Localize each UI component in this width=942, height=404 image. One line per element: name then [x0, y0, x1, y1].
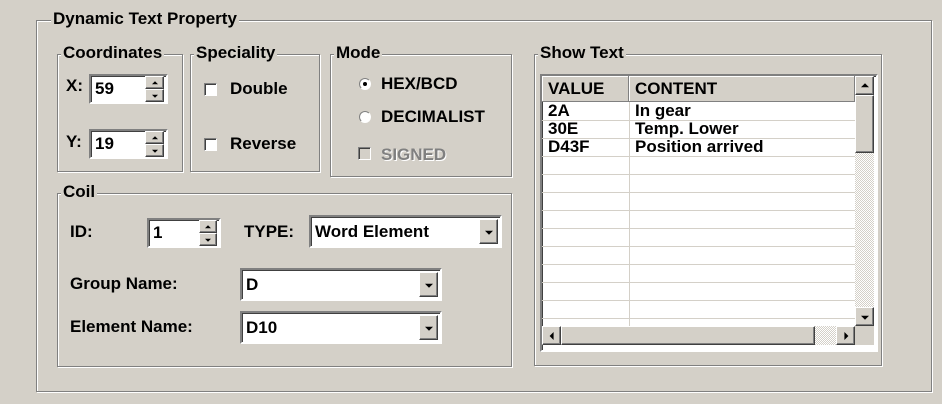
spin-down-icon: [151, 149, 158, 153]
x-label: X:: [66, 76, 83, 95]
scroll-left-button[interactable]: [542, 326, 561, 345]
y-spin-up-button[interactable]: [145, 131, 164, 144]
id-value: 1: [153, 223, 163, 242]
type-label: TYPE:: [244, 222, 295, 241]
y-coordinate-value: 19: [95, 134, 114, 153]
radio-selected-dot-icon: [363, 82, 367, 86]
hex-bcd-label[interactable]: HEX/BCD: [381, 74, 458, 94]
double-label[interactable]: Double: [230, 79, 288, 99]
chevron-right-icon: [843, 331, 848, 340]
element-name-dropdown-button[interactable]: [419, 315, 438, 340]
y-label: Y:: [66, 132, 82, 151]
row-content-cell: Temp. Lower: [635, 119, 739, 138]
row-content-cell: In gear: [635, 101, 691, 120]
element-name-value: D10: [246, 318, 278, 337]
decimalist-label[interactable]: DECIMALIST: [381, 107, 485, 127]
vertical-scroll-thumb[interactable]: [855, 95, 874, 153]
scroll-up-button[interactable]: [855, 76, 874, 95]
type-dropdown-button[interactable]: [479, 219, 498, 244]
group-name-value: D: [246, 275, 259, 294]
grid-divider: [542, 246, 855, 247]
row-value-cell: 30E: [548, 119, 579, 138]
chevron-down-icon: [424, 283, 433, 288]
spin-up-icon: [205, 224, 211, 228]
id-spin-down-button[interactable]: [199, 233, 217, 246]
decimalist-radio[interactable]: [359, 111, 371, 123]
signed-checkbox: [358, 147, 371, 160]
dynamic-text-property-title: Dynamic Text Property: [51, 9, 239, 29]
spin-down-icon: [205, 238, 211, 242]
id-input[interactable]: 1: [147, 218, 221, 248]
coil-title: Coil: [61, 182, 98, 202]
chevron-down-icon: [424, 326, 433, 331]
grid-divider: [542, 282, 855, 283]
column-header-value[interactable]: VALUE: [542, 76, 629, 102]
grid-divider: [542, 210, 855, 211]
group-name-select[interactable]: D: [240, 268, 442, 301]
y-coordinate-input[interactable]: 19: [89, 129, 168, 159]
scroll-down-button[interactable]: [855, 307, 874, 326]
element-name-label: Element Name:: [70, 317, 193, 336]
column-header-content[interactable]: CONTENT: [629, 76, 855, 102]
hex-bcd-radio[interactable]: [359, 78, 371, 90]
spin-up-icon: [151, 80, 158, 84]
grid-divider: [542, 264, 855, 265]
chevron-left-icon: [549, 331, 554, 340]
group-name-dropdown-button[interactable]: [419, 272, 438, 297]
x-coordinate-input[interactable]: 59: [89, 74, 168, 104]
grid-divider: [542, 174, 855, 175]
x-spin-up-button[interactable]: [145, 76, 164, 89]
mode-title: Mode: [334, 43, 383, 63]
show-text-table[interactable]: VALUE CONTENT 2A In gear 30E Temp. Lower…: [540, 74, 878, 352]
speciality-title: Speciality: [194, 43, 278, 63]
x-coordinate-value: 59: [95, 79, 114, 98]
chevron-down-icon: [860, 315, 869, 320]
spin-down-icon: [151, 94, 158, 98]
scroll-right-button[interactable]: [836, 326, 855, 345]
id-label: ID:: [70, 222, 93, 241]
signed-label: SIGNED: [381, 145, 447, 164]
chevron-down-icon: [484, 230, 493, 235]
grid-divider: [542, 192, 855, 193]
group-name-label: Group Name:: [70, 274, 178, 293]
chevron-up-icon: [860, 82, 869, 87]
type-select[interactable]: Word Element: [309, 215, 502, 248]
x-spin-down-button[interactable]: [145, 89, 164, 102]
grid-divider: [542, 318, 855, 319]
grid-divider: [542, 228, 855, 229]
coordinates-title: Coordinates: [61, 43, 165, 63]
grid-divider: [542, 156, 855, 157]
id-spin-up-button[interactable]: [199, 220, 217, 233]
grid-divider: [542, 300, 855, 301]
reverse-label[interactable]: Reverse: [230, 134, 296, 154]
show-text-title: Show Text: [538, 43, 626, 63]
row-value-cell: D43F: [548, 137, 590, 156]
element-name-select[interactable]: D10: [240, 311, 442, 344]
row-value-cell: 2A: [548, 101, 570, 120]
y-spin-down-button[interactable]: [145, 144, 164, 157]
row-content-cell: Position arrived: [635, 137, 764, 156]
spin-up-icon: [151, 135, 158, 139]
speciality-group: Speciality: [190, 43, 320, 172]
horizontal-scroll-thumb[interactable]: [561, 326, 815, 345]
double-checkbox[interactable]: [204, 83, 217, 96]
reverse-checkbox[interactable]: [204, 138, 217, 151]
type-value: Word Element: [315, 222, 429, 241]
scrollbar-corner: [855, 326, 874, 345]
